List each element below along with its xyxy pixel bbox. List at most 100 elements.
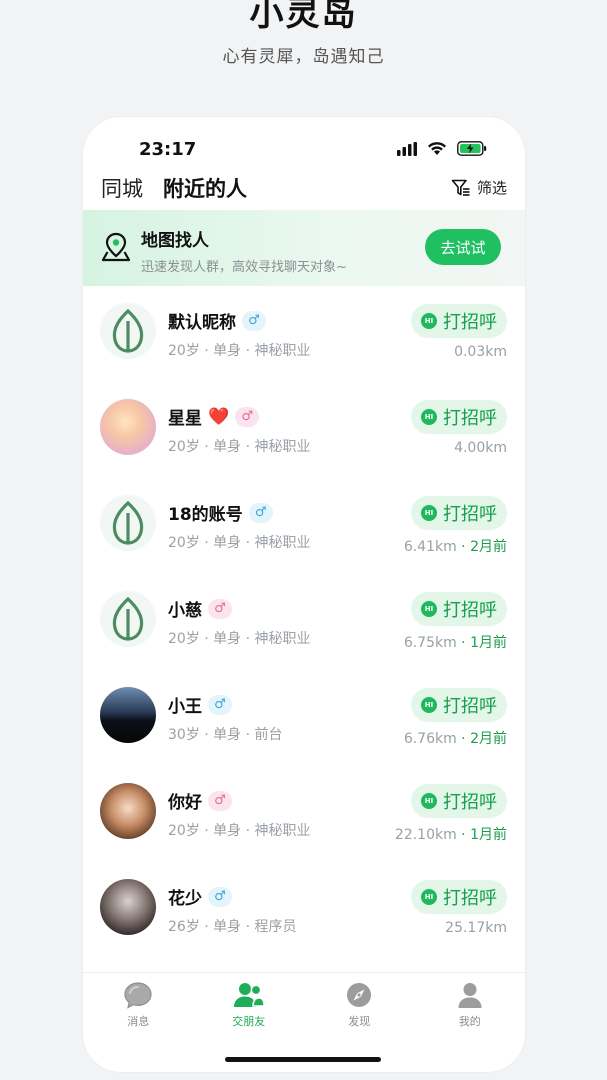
user-row[interactable]: 小慈 ♂ 20岁 · 单身 · 神秘职业 HI 打招呼 6.75km · 1月前 <box>83 576 525 672</box>
user-row[interactable]: 星星 ❤️ ♂ 20岁 · 单身 · 神秘职业 HI 打招呼 4.00km <box>83 384 525 480</box>
gender-male-icon: ♂ <box>248 502 273 523</box>
user-row[interactable]: 默认昵称 ♂ 20岁 · 单身 · 神秘职业 HI 打招呼 0.03km <box>83 288 525 384</box>
tab-nearby-people[interactable]: 附近的人 <box>161 173 247 204</box>
user-meta: 30岁 · 单身 · 前台 <box>168 727 283 743</box>
tabbar-label-messages: 消息 <box>127 1015 150 1028</box>
distance-value: 6.76km <box>403 731 457 747</box>
user-meta: 20岁 · 单身 · 神秘职业 <box>168 535 311 551</box>
night-scene-avatar[interactable] <box>100 687 156 743</box>
nearby-user-list: 默认昵称 ♂ 20岁 · 单身 · 神秘职业 HI 打招呼 0.03km 星星 ❤️ ♂ 20岁 … <box>83 288 525 960</box>
map-pin-icon <box>101 232 131 262</box>
tabbar-item-friends[interactable]: 交朋友 <box>194 973 305 1036</box>
filter-button[interactable]: 筛选 <box>451 177 507 198</box>
distance-value: 25.17km <box>445 920 507 936</box>
greet-label: 打招呼 <box>443 888 497 909</box>
cellular-icon <box>397 141 417 156</box>
map-banner-title: 地图找人 <box>141 231 209 251</box>
user-name-line: 默认昵称 ♂ <box>168 308 266 333</box>
anime-brunette-avatar[interactable] <box>100 783 156 839</box>
greet-label: 打招呼 <box>443 792 497 813</box>
distance-value: 6.75km <box>403 635 457 651</box>
home-indicator <box>225 1057 381 1062</box>
greet-button[interactable]: HI 打招呼 <box>411 592 507 626</box>
hi-chat-icon: HI <box>421 409 437 425</box>
phone-screen: 23:17 同城 附近的人 筛选 地图找人 迅速发现人群，高效寻找聊天对象~ 去… <box>83 117 525 1072</box>
hi-chat-icon: HI <box>421 601 437 617</box>
user-distance: 4.00km <box>454 440 507 456</box>
greet-label: 打招呼 <box>443 600 497 621</box>
anime-girl-avatar[interactable] <box>100 399 156 455</box>
tab-same-city[interactable]: 同城 <box>101 173 143 203</box>
tabbar-item-discover[interactable]: 发现 <box>304 973 415 1036</box>
distance-value: 4.00km <box>454 440 507 456</box>
user-name: 你好 <box>168 793 202 813</box>
user-meta: 20岁 · 单身 · 神秘职业 <box>168 343 311 359</box>
user-name: 18的账号 <box>168 505 243 525</box>
tab-nearby-people-label: 附近的人 <box>163 177 247 201</box>
user-distance: 6.75km · 1月前 <box>404 632 507 652</box>
gender-female-icon: ♂ <box>208 598 232 619</box>
user-meta: 20岁 · 单身 · 神秘职业 <box>168 823 311 839</box>
user-distance: 0.03km <box>454 344 507 360</box>
map-search-banner[interactable]: 地图找人 迅速发现人群，高效寻找聊天对象~ 去试试 <box>83 210 525 286</box>
user-row[interactable]: 小王 ♂ 30岁 · 单身 · 前台 HI 打招呼 6.76km · 2月前 <box>83 672 525 768</box>
status-time: 23:17 <box>139 139 197 160</box>
user-name: 星星 <box>168 409 202 429</box>
distance-value: 22.10km <box>394 827 457 843</box>
leaf-avatar[interactable] <box>100 495 156 551</box>
hi-chat-icon: HI <box>421 793 437 809</box>
greet-button[interactable]: HI 打招呼 <box>411 496 507 530</box>
leaf-icon <box>112 596 144 641</box>
user-name-line: 星星 ❤️ ♂ <box>168 404 260 429</box>
try-map-button[interactable]: 去试试 <box>425 229 501 265</box>
greet-button[interactable]: HI 打招呼 <box>411 784 507 818</box>
person-icon <box>458 983 482 1008</box>
leaf-avatar[interactable] <box>100 591 156 647</box>
friends-icon <box>233 983 265 1007</box>
user-row[interactable]: 花少 ♂ 26岁 · 单身 · 程序员 HI 打招呼 25.17km <box>83 864 525 960</box>
photo-girl-avatar[interactable] <box>100 879 156 935</box>
last-active: · 2月前 <box>456 731 507 747</box>
user-name-line: 小慈 ♂ <box>168 596 232 621</box>
gender-female-icon: ♂ <box>208 790 232 811</box>
user-distance: 6.41km · 2月前 <box>404 536 507 556</box>
greet-button[interactable]: HI 打招呼 <box>411 400 507 434</box>
tabbar-label-discover: 发现 <box>348 1015 371 1028</box>
tabbar-label-friends: 交朋友 <box>232 1015 266 1028</box>
app-title: 小灵岛 <box>249 0 358 34</box>
bottom-tab-bar: 消息 交朋友 发现 我的 <box>83 972 525 1036</box>
leaf-icon <box>112 500 144 545</box>
chat-bubble-icon <box>124 982 152 1009</box>
user-name: 默认昵称 <box>168 313 236 333</box>
status-bar: 23:17 <box>83 117 525 165</box>
greet-button[interactable]: HI 打招呼 <box>411 304 507 338</box>
user-row[interactable]: 你好 ♂ 20岁 · 单身 · 神秘职业 HI 打招呼 22.10km · 1月前 <box>83 768 525 864</box>
user-name-line: 小王 ♂ <box>168 692 232 717</box>
user-distance: 6.76km · 2月前 <box>404 728 507 748</box>
last-active: · 1月前 <box>456 827 507 843</box>
user-meta: 20岁 · 单身 · 神秘职业 <box>168 439 311 455</box>
user-name: 小慈 <box>168 601 202 621</box>
user-name-line: 18的账号 ♂ <box>168 500 273 525</box>
user-name: 小王 <box>168 697 202 717</box>
greet-button[interactable]: HI 打招呼 <box>411 880 507 914</box>
hi-chat-icon: HI <box>421 889 437 905</box>
last-active: · 1月前 <box>456 635 507 651</box>
last-active: · 2月前 <box>456 539 507 555</box>
gender-female-icon: ♂ <box>235 406 260 427</box>
compass-icon <box>347 983 372 1007</box>
map-banner-description: 迅速发现人群，高效寻找聊天对象~ <box>141 260 347 275</box>
gender-male-icon: ♂ <box>242 310 266 331</box>
filter-label: 筛选 <box>476 179 507 197</box>
user-row[interactable]: 18的账号 ♂ 20岁 · 单身 · 神秘职业 HI 打招呼 6.41km · 2月前 <box>83 480 525 576</box>
greet-label: 打招呼 <box>443 504 497 525</box>
tabbar-item-me[interactable]: 我的 <box>415 973 526 1036</box>
greet-button[interactable]: HI 打招呼 <box>411 688 507 722</box>
leaf-avatar[interactable] <box>100 303 156 359</box>
status-icons <box>397 141 487 156</box>
greet-label: 打招呼 <box>443 312 497 333</box>
wifi-icon <box>428 142 446 155</box>
tabbar-item-messages[interactable]: 消息 <box>83 973 194 1036</box>
filter-icon <box>451 179 470 196</box>
user-distance: 25.17km <box>445 920 507 936</box>
